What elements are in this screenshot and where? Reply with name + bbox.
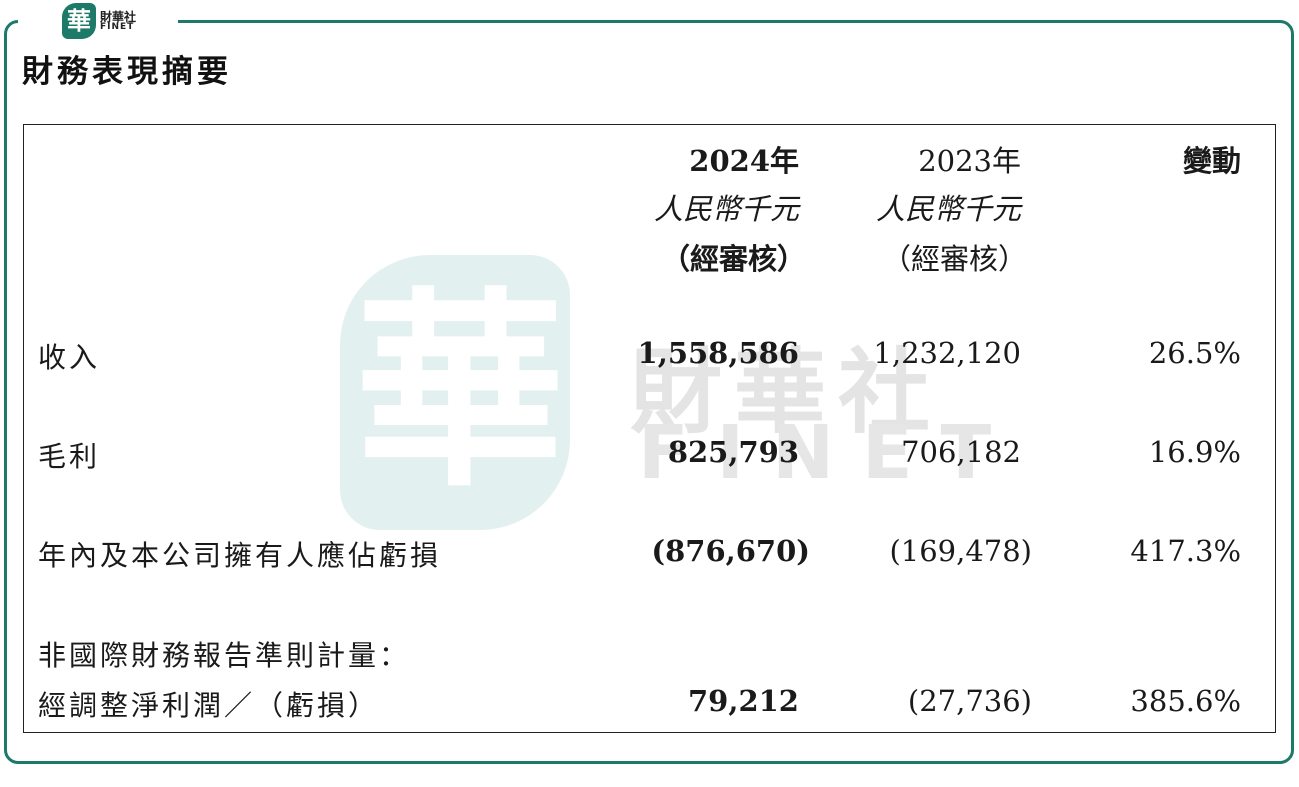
header-2023-year: 2023年 [918, 144, 1021, 178]
watermark-seal-char: 華 [355, 268, 566, 515]
page-title: 財務表現摘要 [22, 54, 232, 90]
logo-name-en: FINET [100, 21, 135, 32]
header-2023-unit: 人民幣千元 [875, 192, 1021, 226]
row-adjusted-2023: (27,736) [907, 684, 1032, 718]
row-revenue-2023: 1,232,120 [873, 336, 1021, 370]
row-revenue-2024: 1,558,586 [637, 336, 799, 370]
row-adjusted-change: 385.6% [1130, 684, 1241, 718]
header-2024-unit: 人民幣千元 [653, 192, 799, 226]
logo-name-cn: 財華社 [100, 9, 137, 24]
header-change: 變動 [1182, 144, 1241, 178]
header-2023-note: （經審核） [881, 242, 1027, 276]
row-loss-2023: (169,478) [889, 534, 1032, 568]
header-2024-year: 2024年 [689, 144, 799, 178]
header-2024-note: （經審核） [660, 242, 806, 276]
row-adjusted-2024: 79,212 [688, 684, 799, 718]
row-loss-change: 417.3% [1130, 534, 1241, 568]
row-label-loss: 年內及本公司擁有人應佔虧損 [38, 539, 442, 572]
row-revenue-change: 26.5% [1148, 336, 1241, 370]
row-gross-profit-2023: 706,182 [901, 435, 1021, 469]
row-label-gross-profit: 毛利 [38, 440, 101, 473]
logo-seal-icon: 華 [62, 3, 96, 39]
finet-logo: 華 財華社 FINET [62, 2, 136, 40]
row-gross-profit-change: 16.9% [1148, 435, 1241, 469]
row-label-revenue: 收入 [38, 341, 101, 374]
row-label-non-ifrs: 非國際財務報告準則計量： [38, 639, 411, 672]
row-label-adjusted-net: 經調整淨利潤／（虧損） [38, 689, 380, 722]
row-loss-2024: (876,670) [651, 534, 810, 568]
logo-text: 財華社 FINET [100, 11, 136, 32]
row-gross-profit-2024: 825,793 [667, 435, 799, 469]
